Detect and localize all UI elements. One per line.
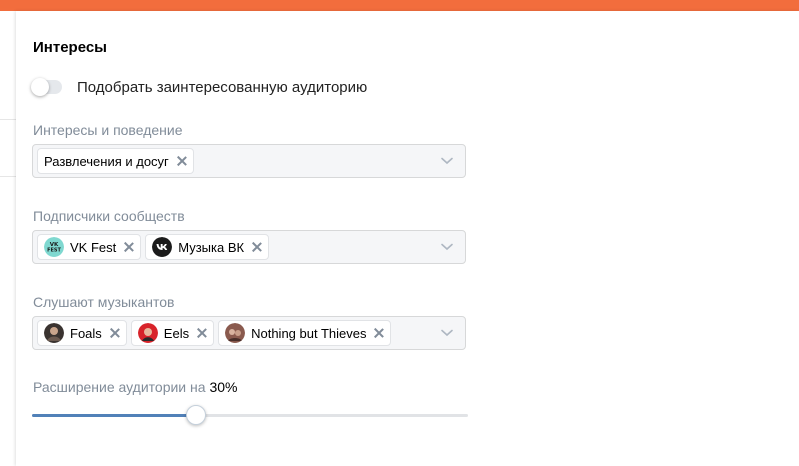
interests-panel: Интересы Подобрать заинтересованную ауди…	[16, 11, 799, 466]
remove-icon[interactable]	[197, 328, 207, 338]
divider	[0, 119, 16, 120]
svg-text:FEST: FEST	[47, 248, 61, 254]
remove-icon[interactable]	[124, 242, 134, 252]
foals-avatar-icon	[44, 323, 64, 343]
chip-label: Foals	[70, 325, 102, 341]
chevron-down-icon[interactable]	[441, 243, 453, 251]
remove-icon[interactable]	[252, 242, 262, 252]
toggle-label: Подобрать заинтересованную аудиторию	[77, 78, 368, 96]
remove-icon[interactable]	[110, 328, 120, 338]
chip-label: Nothing but Thieves	[251, 325, 367, 341]
remove-icon[interactable]	[374, 328, 384, 338]
expansion-label-text: Расширение аудитории на	[33, 379, 206, 395]
vk-music-logo-icon	[152, 237, 173, 257]
chip-vk-fest: VK FEST VK Fest	[37, 234, 142, 260]
toggle-knob[interactable]	[31, 78, 49, 96]
divider	[0, 176, 16, 177]
eels-avatar-icon	[137, 323, 158, 343]
chip-vk-music: Музыка ВК	[145, 234, 270, 260]
slider-fill	[32, 414, 196, 417]
top-accent-bar	[0, 0, 799, 11]
chip-label: VK Fest	[70, 239, 117, 255]
chip-label: Развлечения и досуг	[44, 153, 169, 169]
section-title: Интересы	[33, 39, 107, 56]
musicians-label: Слушают музыкантов	[33, 294, 175, 310]
remove-icon[interactable]	[177, 156, 187, 166]
expansion-label: Расширение аудитории на 30%	[33, 379, 237, 395]
chip-entertainment: Развлечения и досуг	[37, 148, 194, 174]
nothing-but-thieves-avatar-icon	[225, 323, 246, 343]
interested-audience-toggle[interactable]	[31, 78, 62, 96]
vk-fest-logo-icon: VK FEST	[44, 237, 64, 257]
chip-foals: Foals	[37, 320, 127, 346]
expansion-value: 30%	[209, 379, 238, 395]
audience-toggle-row[interactable]: Подобрать заинтересованную аудиторию	[31, 77, 368, 97]
interests-label: Интересы и поведение	[33, 122, 183, 138]
slider-thumb[interactable]	[185, 405, 206, 425]
chevron-down-icon[interactable]	[441, 157, 453, 165]
communities-select[interactable]: VK FEST VK Fest Музыка ВК	[32, 230, 466, 264]
expansion-slider[interactable]	[32, 405, 468, 425]
chip-nothing-but-thieves: Nothing but Thieves	[218, 320, 392, 346]
chip-eels: Eels	[130, 320, 215, 346]
chip-label: Музыка ВК	[178, 239, 245, 255]
communities-label: Подписчики сообществ	[33, 208, 185, 224]
musicians-select[interactable]: Foals Eels Nothing but Thieves	[32, 316, 466, 350]
background-page-edge	[0, 11, 16, 466]
chip-label: Eels	[163, 325, 190, 341]
chevron-down-icon[interactable]	[441, 329, 453, 337]
interests-select[interactable]: Развлечения и досуг	[32, 144, 466, 178]
